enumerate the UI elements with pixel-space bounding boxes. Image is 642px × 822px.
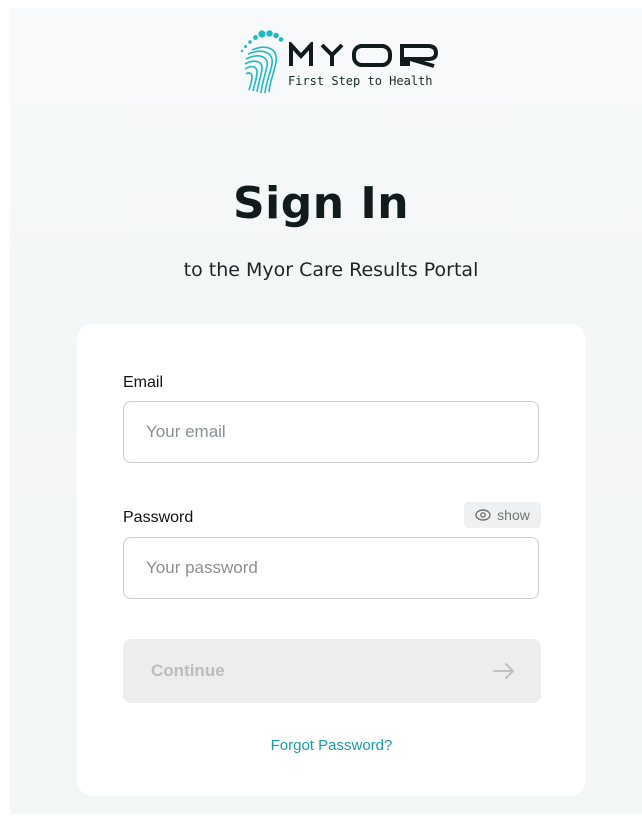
email-label: Email (123, 374, 164, 391)
arrow-right-icon (493, 663, 514, 679)
forgot-password-link[interactable]: Forgot Password? (77, 737, 586, 754)
show-password-toggle[interactable]: show (464, 502, 541, 528)
password-label: Password (123, 509, 194, 526)
continue-label: Continue (151, 661, 225, 680)
brand-logo[interactable]: First Step to Health (236, 28, 456, 98)
sign-in-card: Email Password show Continue Forgot Pass… (77, 324, 586, 796)
eye-icon (475, 509, 491, 521)
email-field[interactable] (123, 401, 539, 463)
page-title: Sign In (232, 178, 410, 229)
password-field[interactable] (123, 537, 539, 599)
myor-wordmark (289, 42, 439, 68)
page-subtitle: to the Myor Care Results Portal (183, 259, 479, 281)
brand-tagline: First Step to Health (288, 74, 433, 88)
show-toggle-label: show (497, 507, 530, 523)
header: First Step to Health (10, 8, 642, 104)
footprint-logo-icon (240, 30, 284, 94)
continue-button[interactable]: Continue (123, 639, 541, 703)
